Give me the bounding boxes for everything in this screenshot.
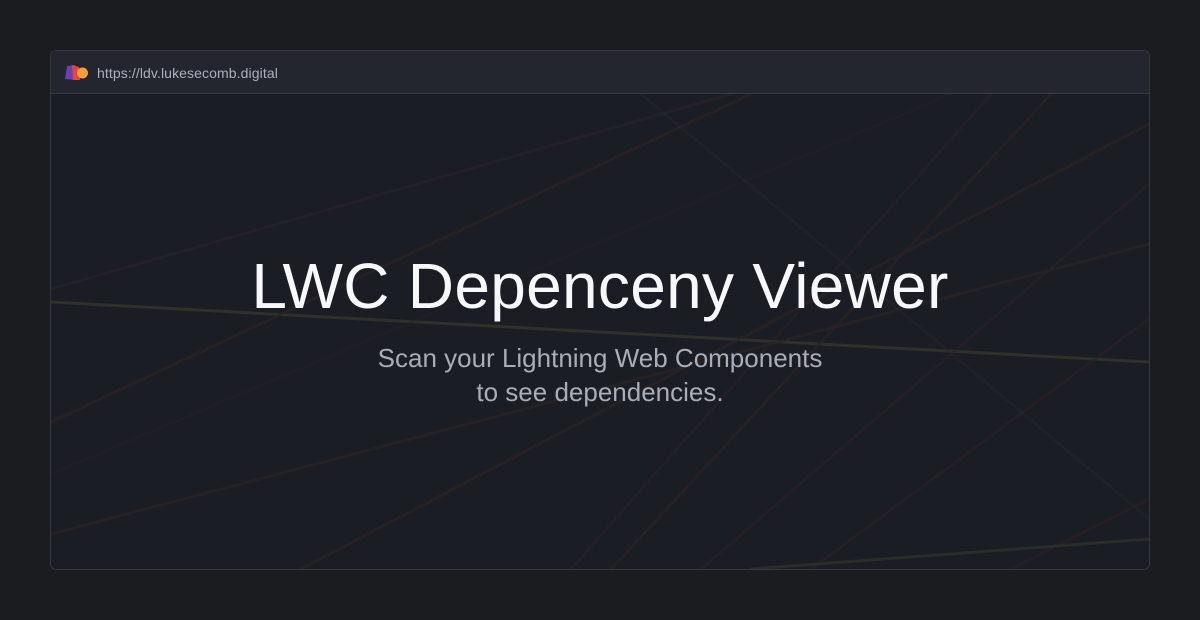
url-text[interactable]: https://ldv.lukesecomb.digital	[97, 64, 278, 82]
subtitle-line-1: Scan your Lightning Web Components	[377, 343, 823, 373]
app-logo-icon	[65, 65, 88, 80]
address-bar[interactable]: https://ldv.lukesecomb.digital	[51, 51, 1149, 94]
background-lines	[51, 94, 1149, 569]
browser-window: https://ldv.lukesecomb.digital LWC Depen…	[50, 50, 1150, 570]
subtitle-line-2: to see dependencies.	[476, 377, 724, 407]
page-subtitle: Scan your Lightning Web Components to se…	[51, 341, 1149, 409]
page-title: LWC Depenceny Viewer	[251, 250, 949, 322]
page-content: LWC Depenceny Viewer Scan your Lightning…	[51, 94, 1149, 569]
